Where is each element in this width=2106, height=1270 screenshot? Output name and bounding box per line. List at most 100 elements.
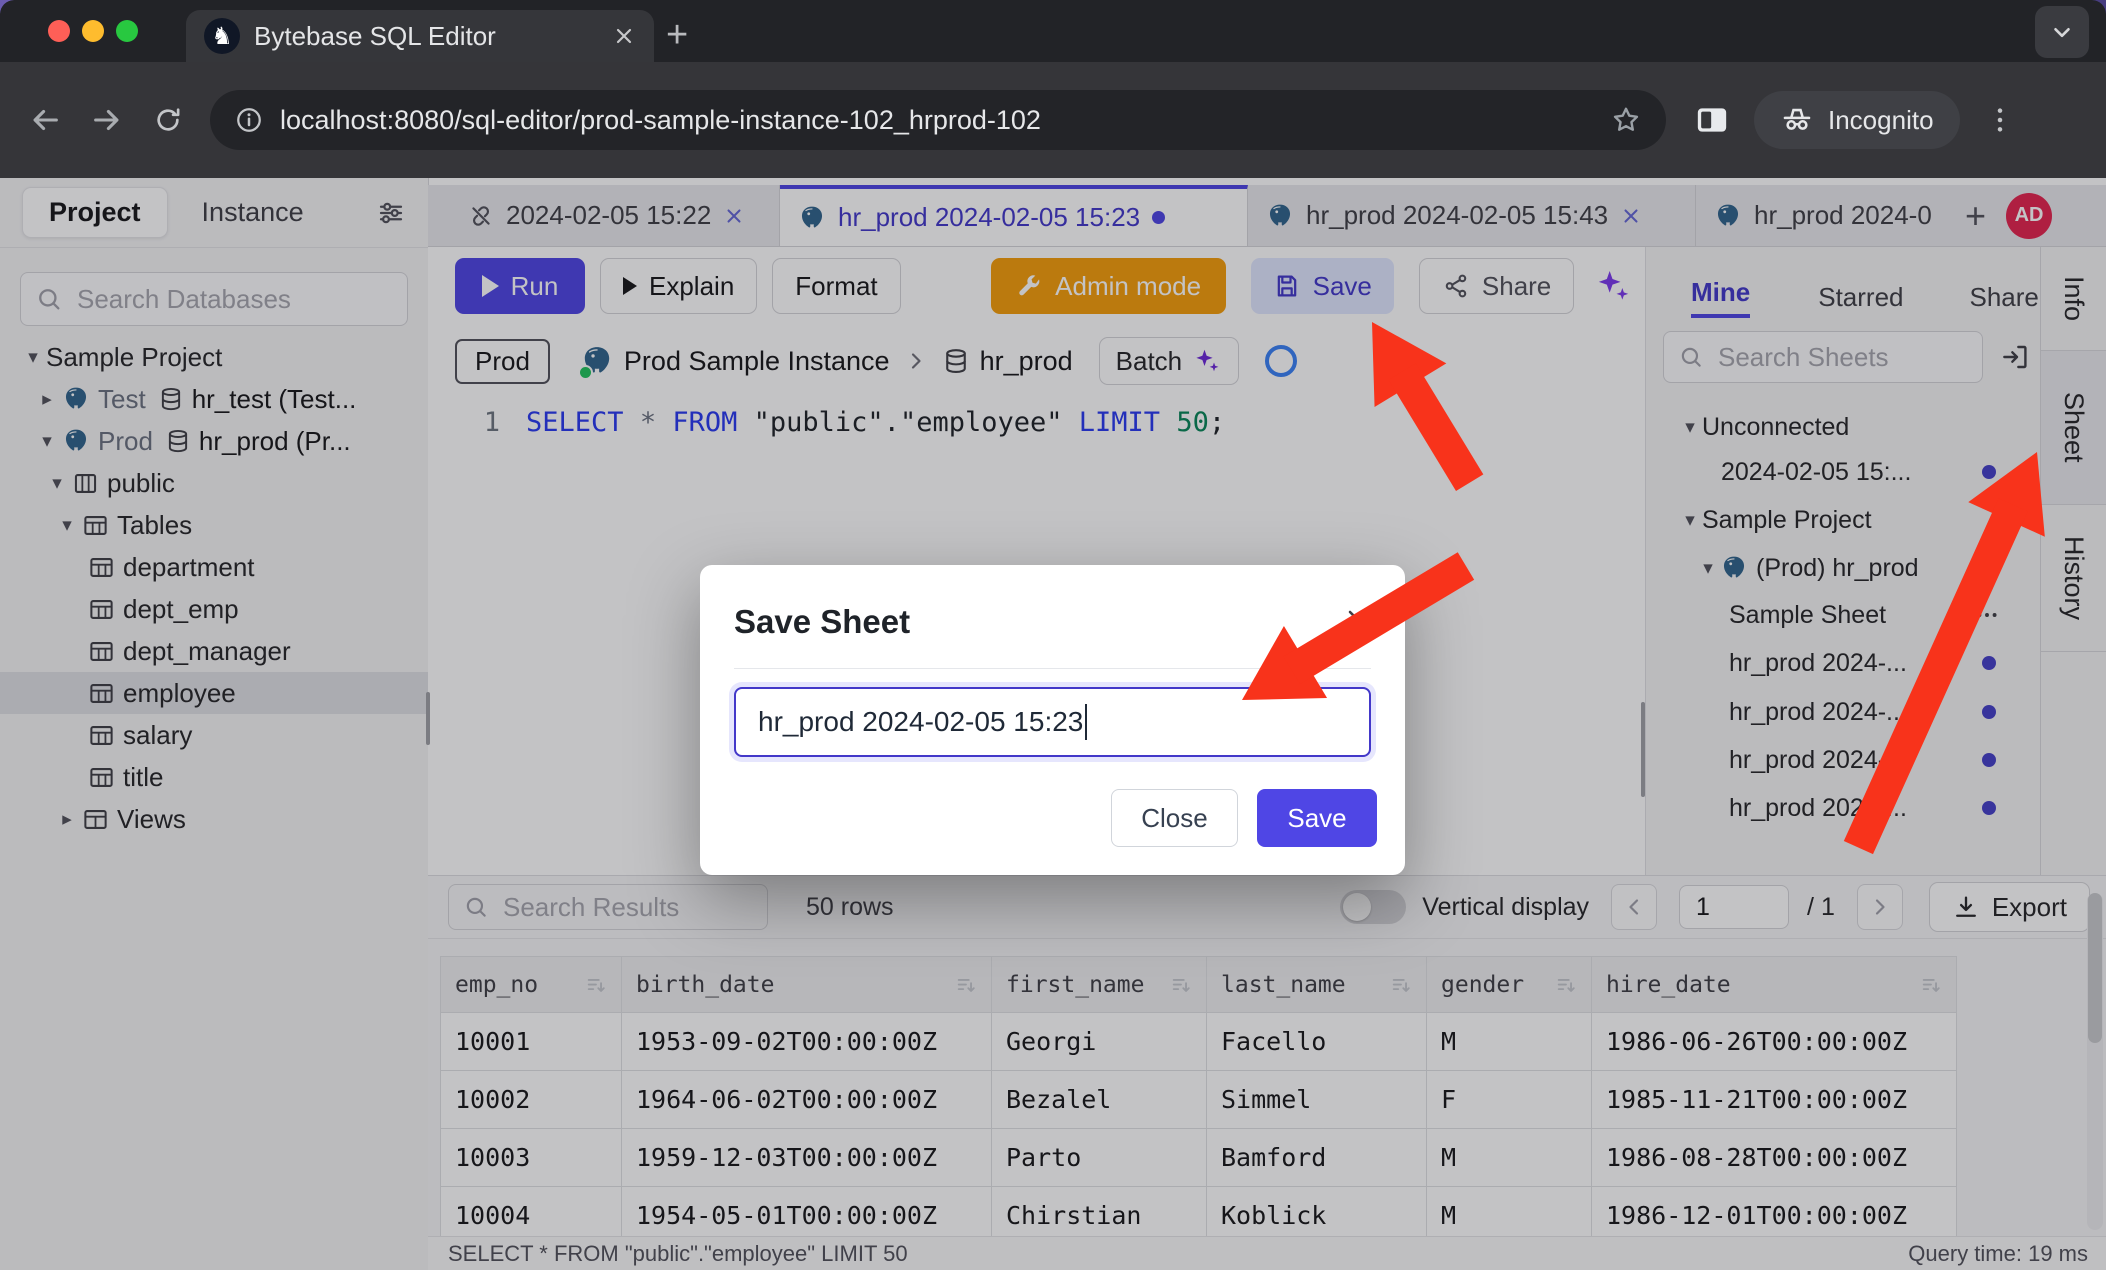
sheet-item[interactable]: hr_prod 2024-... [1646, 738, 2041, 782]
cell[interactable]: 1986-08-28T00:00:00Z [1592, 1129, 1957, 1187]
results-scrollbar[interactable] [2087, 893, 2103, 1230]
window-minimize-button[interactable] [82, 20, 104, 42]
results-search[interactable] [448, 884, 768, 930]
tree-item-views[interactable]: ▸ Views [0, 798, 428, 840]
ai-assist-ring-icon[interactable] [1265, 345, 1297, 377]
editor-tab-1[interactable]: 2024-02-05 15:22 [450, 185, 780, 246]
cell[interactable]: 1986-06-26T00:00:00Z [1592, 1013, 1957, 1071]
column-header[interactable]: emp_no [440, 956, 622, 1013]
run-button[interactable]: Run [455, 258, 585, 314]
tab-close-icon[interactable] [612, 24, 636, 48]
dialog-close-icon[interactable] [1343, 605, 1371, 633]
cell[interactable]: 1985-11-21T00:00:00Z [1592, 1071, 1957, 1129]
browser-tab[interactable]: ♞ Bytebase SQL Editor [186, 10, 654, 62]
tab-instance[interactable]: Instance [202, 197, 304, 228]
tree-item-table-department[interactable]: department [0, 546, 428, 588]
site-info-icon[interactable] [234, 105, 264, 135]
address-bar[interactable]: localhost:8080/sql-editor/prod-sample-in… [210, 90, 1666, 150]
add-sheet-button[interactable]: + [1951, 195, 2000, 237]
cell[interactable]: M [1427, 1187, 1592, 1236]
window-zoom-button[interactable] [116, 20, 138, 42]
column-header[interactable]: birth_date [622, 956, 992, 1013]
sheet-group-sample-project[interactable]: ▾ Sample Project [1646, 498, 2041, 542]
sheet-group-unconnected[interactable]: ▾ Unconnected [1646, 405, 2041, 449]
next-page-button[interactable] [1857, 884, 1903, 930]
editor-tab-4[interactable]: hr_prod 2024-0 [1696, 185, 1951, 246]
tab-info[interactable]: Info [2041, 247, 2106, 350]
close-icon[interactable] [1620, 205, 1642, 227]
tree-item-tables[interactable]: ▾ Tables [0, 504, 428, 546]
side-panel-icon[interactable] [1692, 100, 1732, 140]
cell[interactable]: 1986-12-01T00:00:00Z [1592, 1187, 1957, 1236]
sort-icon[interactable] [955, 974, 977, 996]
sheet-search[interactable] [1663, 331, 1983, 383]
new-tab-button[interactable]: + [666, 12, 688, 58]
browser-menu-icon[interactable] [1984, 104, 2016, 136]
import-sheet-icon[interactable] [1999, 341, 2031, 373]
sheet-group-prod-hr-prod[interactable]: ▾ (Prod) hr_prod [1646, 546, 2041, 590]
cell[interactable]: F [1427, 1071, 1592, 1129]
column-header[interactable]: hire_date [1592, 956, 1957, 1013]
environment-chip[interactable]: Prod [455, 339, 550, 384]
scrollbar-thumb[interactable] [2088, 893, 2102, 1043]
cell[interactable]: 10004 [440, 1187, 622, 1236]
back-icon[interactable] [28, 103, 62, 137]
cell[interactable]: 10001 [440, 1013, 622, 1071]
tab-project[interactable]: Project [22, 187, 168, 238]
sheet-search-input[interactable] [1716, 341, 1968, 374]
cell[interactable]: Koblick [1207, 1187, 1427, 1236]
window-close-button[interactable] [48, 20, 70, 42]
cell[interactable]: 10003 [440, 1129, 622, 1187]
tree-item-project[interactable]: ▾ Sample Project [0, 336, 428, 378]
results-search-input[interactable] [501, 891, 753, 924]
admin-mode-button[interactable]: Admin mode [991, 258, 1226, 314]
filter-settings-icon[interactable] [376, 198, 406, 228]
database-name[interactable]: hr_prod [980, 346, 1073, 377]
page-number-input[interactable]: 1 [1679, 885, 1789, 929]
tree-item-prod-database[interactable]: ▾ Prod hr_prod (Pr... [0, 420, 428, 462]
sidebar-resize-handle[interactable] [426, 692, 430, 745]
sheet-item[interactable]: hr_prod 2024-... [1646, 690, 2041, 734]
cell[interactable]: 1953-09-02T00:00:00Z [622, 1013, 992, 1071]
avatar[interactable]: AD [2006, 193, 2052, 239]
tab-history[interactable]: History [2041, 505, 2106, 652]
database-search-input[interactable] [75, 283, 393, 316]
forward-icon[interactable] [90, 103, 124, 137]
sheet-item[interactable]: hr_prod 2024-... [1646, 641, 2041, 685]
cell[interactable]: Chirstian [992, 1187, 1207, 1236]
close-icon[interactable] [723, 205, 745, 227]
column-header[interactable]: last_name [1207, 956, 1427, 1013]
dialog-save-button[interactable]: Save [1257, 789, 1377, 847]
tree-item-table-title[interactable]: title [0, 756, 428, 798]
export-button[interactable]: Export [1929, 882, 2090, 932]
sheet-item[interactable]: hr_prod 2024-... [1646, 786, 2041, 830]
sort-icon[interactable] [1920, 974, 1942, 996]
tab-share[interactable]: Share [1970, 282, 2039, 313]
bookmark-star-icon[interactable] [1610, 104, 1642, 136]
cell[interactable]: 1959-12-03T00:00:00Z [622, 1129, 992, 1187]
more-menu-icon[interactable] [1974, 602, 2000, 628]
vertical-display-toggle[interactable] [1340, 890, 1406, 924]
cell[interactable]: 1964-06-02T00:00:00Z [622, 1071, 992, 1129]
cell[interactable]: Facello [1207, 1013, 1427, 1071]
save-sheet-button[interactable]: Save [1251, 258, 1394, 314]
batch-button[interactable]: Batch [1099, 337, 1240, 385]
sort-icon[interactable] [1170, 974, 1192, 996]
cell[interactable]: 10002 [440, 1071, 622, 1129]
sort-icon[interactable] [1390, 974, 1412, 996]
cell[interactable]: M [1427, 1129, 1592, 1187]
editor-tab-3[interactable]: hr_prod 2024-02-05 15:43 [1248, 185, 1696, 246]
table-row[interactable]: 10004 1954-05-01T00:00:00Z Chirstian Kob… [440, 1187, 1957, 1236]
table-row[interactable]: 10001 1953-09-02T00:00:00Z Georgi Facell… [440, 1013, 1957, 1071]
database-search[interactable] [20, 272, 408, 326]
cell[interactable]: Georgi [992, 1013, 1207, 1071]
sql-editor-line[interactable]: 1 SELECT * FROM "public"."employee" LIMI… [428, 407, 1225, 438]
sort-icon[interactable] [585, 974, 607, 996]
cell[interactable]: Simmel [1207, 1071, 1427, 1129]
dialog-close-button[interactable]: Close [1111, 789, 1238, 847]
tab-starred[interactable]: Starred [1818, 282, 1903, 313]
ai-sparkles-icon[interactable] [1593, 266, 1633, 306]
column-header[interactable]: gender [1427, 956, 1592, 1013]
sheet-item[interactable]: 2024-02-05 15:... [1646, 450, 2041, 494]
tab-mine[interactable]: Mine [1691, 277, 1750, 318]
